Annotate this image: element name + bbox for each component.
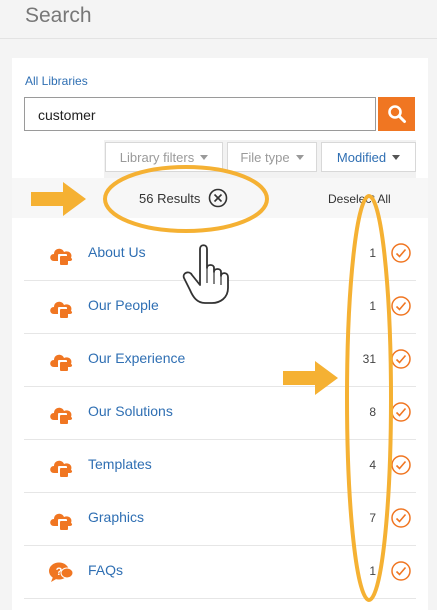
search-icon <box>387 105 406 123</box>
result-row[interactable]: Templates 4 <box>24 440 416 493</box>
cloud-folder-icon <box>50 354 73 371</box>
chevron-down-icon <box>200 154 209 160</box>
search-button[interactable] <box>378 97 415 131</box>
library-filters-dropdown[interactable]: Library filters <box>105 142 223 172</box>
modified-dropdown[interactable]: Modified <box>321 142 416 172</box>
check-circle-icon[interactable] <box>390 401 412 423</box>
result-count: 8 <box>369 405 376 419</box>
check-circle-icon[interactable] <box>390 507 412 529</box>
cloud-folder-icon <box>50 460 73 477</box>
result-label: FAQs <box>88 562 124 578</box>
check-circle-icon[interactable] <box>390 295 412 317</box>
chevron-down-icon <box>295 154 304 160</box>
search-field[interactable] <box>24 97 376 131</box>
result-count: 1 <box>369 246 376 260</box>
cloud-folder-icon <box>50 248 73 265</box>
result-label: Graphics <box>88 509 145 525</box>
result-label: Templates <box>88 456 152 472</box>
result-label: Our Solutions <box>88 403 173 419</box>
page-header: Search <box>0 0 437 39</box>
result-row[interactable]: Our People 1 <box>24 281 416 334</box>
check-circle-icon[interactable] <box>390 454 412 476</box>
result-count: 1 <box>369 564 376 578</box>
result-label: About Us <box>88 244 146 260</box>
results-count: 56 Results <box>139 191 201 206</box>
result-row[interactable]: ? FAQs 1 <box>24 546 416 599</box>
result-label: Our People <box>88 297 159 313</box>
result-row[interactable]: Our Experience 31 <box>24 334 416 387</box>
result-row[interactable]: Graphics 7 <box>24 493 416 546</box>
result-row[interactable]: Our Solutions 8 <box>24 387 416 440</box>
result-count: 1 <box>369 299 376 313</box>
file-type-dropdown[interactable]: File type <box>227 142 317 172</box>
result-label: Our Experience <box>88 350 186 366</box>
result-row[interactable]: About Us 1 <box>24 228 416 281</box>
result-count: 4 <box>369 458 376 472</box>
check-circle-icon[interactable] <box>390 348 412 370</box>
cloud-folder-icon <box>50 301 73 318</box>
search-input[interactable] <box>36 99 360 131</box>
modified-label: Modified <box>336 149 387 165</box>
check-circle-icon[interactable] <box>390 242 412 264</box>
result-count: 7 <box>369 511 376 525</box>
library-filters-label: Library filters <box>119 149 195 165</box>
question-chat-icon: ? <box>49 562 74 582</box>
all-libraries-link[interactable]: All Libraries <box>25 74 88 88</box>
file-type-label: File type <box>240 149 290 165</box>
deselect-all-link[interactable]: Deselect All <box>328 192 391 206</box>
clear-results-icon[interactable] <box>208 188 228 208</box>
result-count: 31 <box>362 352 376 366</box>
chevron-down-icon <box>392 154 401 160</box>
check-circle-icon[interactable] <box>390 560 412 582</box>
cloud-folder-icon <box>50 407 73 424</box>
svg-text:?: ? <box>56 566 63 578</box>
page-title: Search <box>25 4 92 27</box>
search-panel: All Libraries Library filters File type … <box>12 58 428 610</box>
cloud-folder-icon <box>50 513 73 530</box>
